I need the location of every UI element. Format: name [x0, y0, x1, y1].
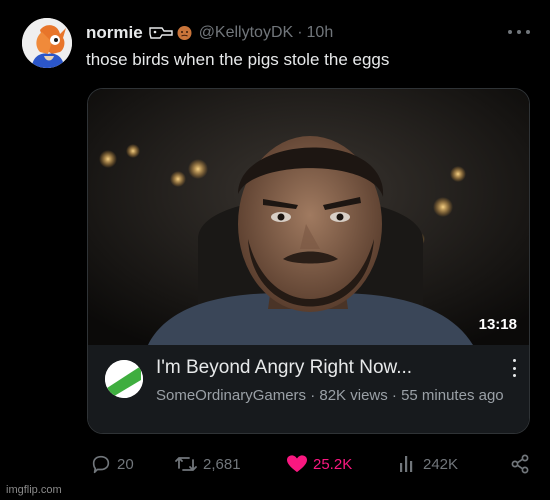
tweet-actions: 20 2,681 25.2K 242K: [86, 452, 530, 476]
skull-emoji-icon: [148, 27, 173, 39]
reply-button[interactable]: 20: [90, 452, 134, 476]
channel-logo-icon: [105, 360, 143, 398]
view-count: 242K: [423, 455, 459, 473]
tweet: normie @KellytoyDK · 10h those birds whe…: [0, 0, 550, 500]
thumbnail-image: [88, 89, 529, 345]
bar-chart-icon: [400, 456, 413, 472]
video-info[interactable]: I'm Beyond Angry Right Now... SomeOrdina…: [88, 345, 529, 433]
tweet-text: those birds when the pigs stole the eggs: [86, 50, 390, 69]
user-avatar[interactable]: [22, 18, 72, 68]
retweet-count: 2,681: [203, 455, 241, 473]
video-duration: 13:18: [478, 316, 517, 333]
face-emoji-icon: [177, 26, 192, 40]
video-embed-card[interactable]: 13:18 I'm Beyond Angry Right Now... Some…: [87, 88, 530, 434]
user-handle[interactable]: @KellytoyDK: [199, 24, 294, 42]
speech-bubble-icon: [92, 455, 110, 474]
channel-avatar[interactable]: [105, 360, 143, 398]
header-separator: ·: [297, 24, 303, 41]
more-vertical-icon: [512, 359, 516, 362]
retweet-icon: [175, 457, 197, 471]
like-count: 25.2K: [313, 455, 353, 473]
tweet-timestamp[interactable]: 10h: [307, 24, 334, 42]
retweet-button[interactable]: 2,681: [174, 452, 241, 476]
display-name[interactable]: normie: [86, 23, 143, 43]
video-more-button[interactable]: [511, 359, 517, 377]
share-icon: [511, 454, 529, 474]
more-options-button[interactable]: [508, 22, 530, 42]
tweet-header: normie @KellytoyDK · 10h: [86, 22, 333, 44]
video-meta: SomeOrdinaryGamers · 82K views · 55 minu…: [156, 387, 504, 404]
video-title[interactable]: I'm Beyond Angry Right Now...: [156, 357, 412, 379]
more-horizontal-icon: [508, 30, 512, 34]
share-button[interactable]: [510, 452, 530, 476]
heart-icon: [287, 455, 307, 473]
display-name-emoji-badges: [148, 25, 193, 41]
reply-count: 20: [117, 455, 134, 473]
video-thumbnail[interactable]: 13:18: [88, 89, 529, 345]
like-button[interactable]: 25.2K: [286, 452, 352, 476]
imgflip-watermark: imgflip.com: [6, 484, 62, 496]
avatar-image: [22, 18, 72, 68]
views-button[interactable]: 242K: [398, 452, 458, 476]
